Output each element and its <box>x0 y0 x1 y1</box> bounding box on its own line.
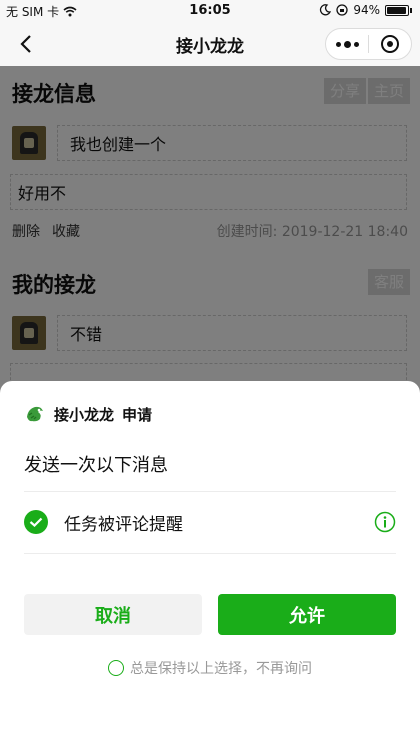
divider <box>24 491 396 492</box>
more-dot <box>335 41 341 47</box>
checkmark-icon <box>29 517 43 527</box>
permission-item[interactable]: 任务被评论提醒 <box>24 506 396 538</box>
permission-sheet: 接小龙龙 申请 发送一次以下消息 任务被评论提醒 取消 允许 总是保持以上选择，… <box>0 381 420 747</box>
remember-label: 总是保持以上选择，不再询问 <box>130 661 312 677</box>
battery-percent: 94% <box>353 3 380 17</box>
capsule-menu <box>325 28 412 60</box>
dragon-logo-icon <box>27 406 43 422</box>
cancel-button[interactable]: 取消 <box>24 594 202 635</box>
info-icon[interactable] <box>374 511 396 533</box>
orientation-lock-icon <box>336 4 348 16</box>
more-dot <box>343 40 351 48</box>
close-miniprogram-button[interactable] <box>369 35 411 53</box>
battery-tip <box>410 7 412 13</box>
divider <box>24 553 396 554</box>
status-bar: 无 SIM 卡 16:05 94% <box>0 0 420 22</box>
sheet-app-name: 接小龙龙 <box>54 405 115 424</box>
sheet-subtitle: 发送一次以下消息 <box>24 455 168 476</box>
sheet-request-label: 申请 <box>122 405 153 424</box>
more-dot <box>353 41 359 47</box>
permission-label: 任务被评论提醒 <box>64 514 183 535</box>
battery-icon <box>385 4 409 16</box>
sheet-header: 接小龙龙 申请 <box>24 403 152 425</box>
remember-choice-option[interactable]: 总是保持以上选择，不再询问 <box>0 658 420 678</box>
moon-icon <box>320 4 332 16</box>
check-circle-icon[interactable] <box>24 510 48 534</box>
more-button[interactable] <box>326 40 368 48</box>
allow-button[interactable]: 允许 <box>218 594 396 635</box>
target-icon <box>381 35 399 53</box>
status-right: 94% <box>319 3 412 17</box>
radio-icon[interactable] <box>108 660 124 676</box>
nav-bar: 接小龙龙 <box>0 22 420 66</box>
